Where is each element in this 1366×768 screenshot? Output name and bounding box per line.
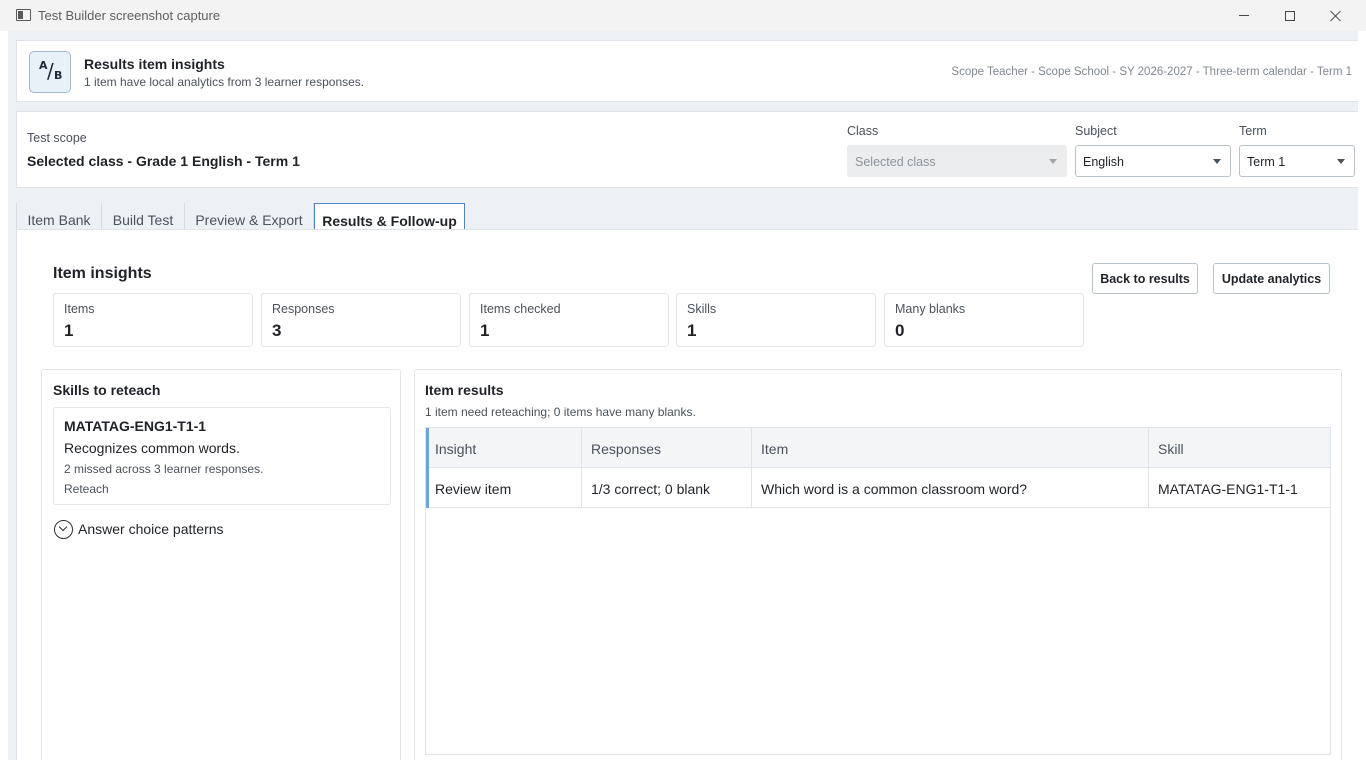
page-header: A / B Results item insights 1 item have …: [16, 40, 1358, 102]
skill-description: Recognizes common words.: [64, 440, 240, 456]
cell-item: Which word is a common classroom word?: [752, 468, 1149, 508]
stat-label: Skills: [687, 302, 717, 316]
page-subtitle: 1 item have local analytics from 3 learn…: [84, 75, 365, 89]
skills-to-reteach-title: Skills to reteach: [53, 382, 161, 398]
chevron-down-icon: [1213, 159, 1221, 164]
stat-value: 1: [480, 321, 490, 340]
class-select[interactable]: Selected class: [847, 145, 1067, 177]
answer-choice-patterns-label: Answer choice patterns: [78, 521, 224, 537]
stat-label: Responses: [272, 302, 335, 316]
chevron-down-circle-icon: [54, 519, 73, 539]
page-title: Results item insights: [84, 56, 225, 72]
tab-build-test[interactable]: Build Test: [102, 203, 185, 230]
class-label: Class: [847, 124, 879, 138]
stat-label: Many blanks: [895, 302, 966, 316]
skill-code: MATATAG-ENG1-T1-1: [64, 418, 207, 434]
maximize-icon: [1285, 10, 1295, 21]
close-icon: [1330, 10, 1342, 22]
minimize-icon: [1239, 15, 1249, 16]
tab-preview-export[interactable]: Preview & Export: [185, 203, 314, 230]
answer-choice-patterns-expander[interactable]: Answer choice patterns: [54, 519, 224, 539]
stat-label: Items checked: [480, 302, 561, 316]
stat-many-blanks: Many blanks 0: [884, 293, 1084, 347]
stat-items: Items 1: [53, 293, 253, 347]
column-header-insight[interactable]: Insight: [426, 428, 582, 468]
column-header-item[interactable]: Item: [752, 428, 1149, 468]
item-insights-title: Item insights: [53, 265, 152, 282]
column-header-responses[interactable]: Responses: [582, 428, 752, 468]
skills-to-reteach-panel: Skills to reteach MATATAG-ENG1-T1-1 Reco…: [41, 369, 401, 760]
item-results-table: Insight Responses Item Skill Review item…: [425, 427, 1331, 755]
stat-value: 1: [687, 321, 697, 340]
stat-label: Items: [64, 302, 95, 316]
maximize-button[interactable]: [1267, 0, 1313, 31]
stat-items-checked: Items checked 1: [469, 293, 669, 347]
stat-skills: Skills 1: [676, 293, 876, 347]
stat-value: 3: [272, 321, 282, 340]
skill-missed-count: 2 missed across 3 learner responses.: [64, 462, 264, 476]
close-button[interactable]: [1313, 0, 1359, 31]
term-select[interactable]: Term 1: [1239, 145, 1355, 177]
app-window: Test Builder screenshot capture A / B Re…: [0, 0, 1366, 768]
minimize-button[interactable]: [1221, 0, 1267, 31]
cell-responses: 1/3 correct; 0 blank: [582, 468, 752, 508]
column-header-skill[interactable]: Skill: [1149, 428, 1330, 468]
scope-context: Scope Teacher - Scope School - SY 2026-2…: [951, 66, 1352, 78]
back-to-results-button[interactable]: Back to results: [1092, 263, 1198, 294]
stat-responses: Responses 3: [261, 293, 461, 347]
logo-letter-b: B: [54, 69, 63, 82]
item-results-panel: Item results 1 item need reteaching; 0 i…: [414, 369, 1342, 760]
test-scope-label: Test scope: [27, 131, 87, 145]
item-results-title: Item results: [425, 382, 504, 398]
item-results-summary: 1 item need reteaching; 0 items have man…: [425, 405, 696, 419]
skill-card: MATATAG-ENG1-T1-1 Recognizes common word…: [53, 407, 391, 505]
chevron-down-icon: [1049, 159, 1057, 164]
tab-item-bank[interactable]: Item Bank: [16, 203, 102, 230]
table-header: Insight Responses Item Skill: [426, 428, 1330, 468]
results-panel: Item insights Back to results Update ana…: [16, 229, 1358, 760]
ab-logo-icon: A / B: [29, 51, 71, 93]
class-select-value: Selected class: [855, 155, 936, 169]
subject-select[interactable]: English: [1075, 145, 1231, 177]
window-title: Test Builder screenshot capture: [38, 8, 221, 23]
logo-slash: /: [47, 59, 54, 83]
term-label: Term: [1239, 124, 1267, 138]
test-scope-value: Selected class - Grade 1 English - Term …: [27, 153, 300, 169]
update-analytics-button[interactable]: Update analytics: [1213, 263, 1330, 294]
app-content: A / B Results item insights 1 item have …: [8, 31, 1358, 760]
table-row[interactable]: Review item 1/3 correct; 0 blank Which w…: [426, 468, 1330, 508]
term-select-value: Term 1: [1247, 155, 1286, 169]
cell-insight: Review item: [426, 468, 582, 508]
app-window-icon: [16, 9, 31, 21]
skill-action: Reteach: [64, 482, 109, 496]
chevron-down-icon: [1337, 159, 1345, 164]
tab-results-follow-up[interactable]: Results & Follow-up: [314, 203, 465, 231]
cell-skill: MATATAG-ENG1-T1-1: [1158, 481, 1298, 497]
stat-value: 0: [895, 321, 905, 340]
stat-value: 1: [64, 321, 74, 340]
test-scope-bar: Test scope Selected class - Grade 1 Engl…: [16, 111, 1358, 188]
subject-label: Subject: [1075, 124, 1117, 138]
subject-select-value: English: [1083, 155, 1124, 169]
title-bar: Test Builder screenshot capture: [0, 0, 1366, 31]
